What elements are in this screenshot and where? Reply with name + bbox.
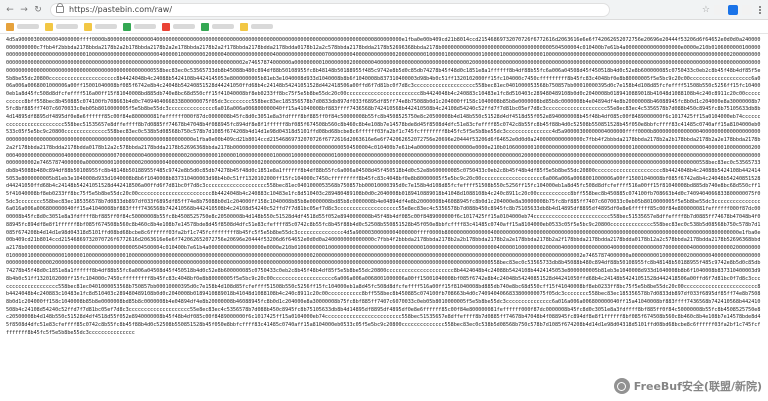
- wechat-logo-icon: [613, 378, 630, 394]
- url-text: https://pastebin.com/raw/: [69, 5, 173, 14]
- bookmark-item[interactable]: [84, 22, 117, 31]
- bookmark-favicon-icon: [240, 22, 248, 31]
- reload-icon[interactable]: ↻: [32, 4, 44, 16]
- watermark: FreeBuf安全(联盟/新院): [613, 378, 762, 394]
- lock-icon: [56, 3, 64, 13]
- bookmark-item[interactable]: [6, 22, 39, 31]
- bookmarks-bar: [0, 20, 768, 34]
- paste-content-area: 4d5a90000300000004000000ffff0000b8000000…: [0, 34, 768, 400]
- toolbar-right: ☆: [702, 4, 764, 15]
- arrow-right-icon[interactable]: →: [18, 4, 30, 16]
- arrow-left-icon[interactable]: ←: [4, 4, 16, 16]
- extension-icon[interactable]: [742, 4, 752, 15]
- bookmark-item[interactable]: [240, 22, 273, 31]
- bookmark-favicon-icon: [84, 22, 92, 31]
- extension-icon[interactable]: [728, 4, 738, 15]
- bookmark-item[interactable]: [123, 22, 156, 31]
- browser-toolbar: ← → ↻ https://pastebin.com/raw/ ☆: [0, 0, 768, 20]
- bookmark-favicon-icon: [45, 22, 53, 31]
- star-icon[interactable]: ☆: [702, 5, 710, 15]
- menu-dots-icon[interactable]: [756, 5, 764, 14]
- bookmark-favicon-icon: [123, 22, 131, 31]
- bookmark-item[interactable]: [162, 22, 195, 31]
- bookmark-favicon-icon: [6, 22, 14, 31]
- raw-hex-text: 4d5a90000300000004000000ffff0000b8000000…: [6, 37, 761, 336]
- bookmark-item[interactable]: [201, 22, 234, 31]
- bookmark-favicon-icon: [201, 22, 209, 31]
- watermark-text: FreeBuf安全(联盟/新院): [633, 380, 762, 393]
- address-bar[interactable]: https://pastebin.com/raw/: [50, 2, 610, 17]
- bookmark-favicon-icon: [162, 22, 170, 31]
- bookmark-item[interactable]: [45, 22, 78, 31]
- extension-icon[interactable]: [714, 4, 724, 15]
